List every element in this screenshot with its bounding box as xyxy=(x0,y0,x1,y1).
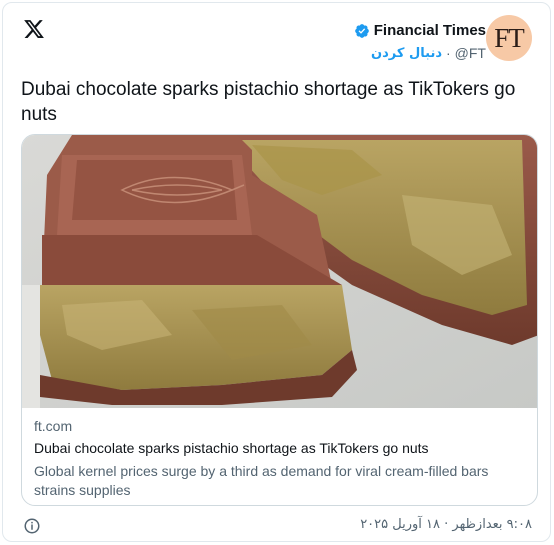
author-block: Financial Times دنبال کردن · @FT xyxy=(354,22,486,61)
info-icon[interactable] xyxy=(23,517,41,535)
article-image[interactable] xyxy=(22,135,538,408)
link-description: Global kernel prices surge by a third as… xyxy=(34,463,489,498)
avatar[interactable]: FT xyxy=(486,15,532,61)
link-domain: ft.com xyxy=(34,418,73,434)
author-handle[interactable]: @FT xyxy=(455,45,486,61)
verified-badge-icon xyxy=(354,23,369,38)
follow-button[interactable]: دنبال کردن xyxy=(371,46,442,61)
link-title: Dubai chocolate sparks pistachio shortag… xyxy=(34,440,429,456)
author-name[interactable]: Financial Times xyxy=(374,22,486,39)
tweet-card: Financial Times دنبال کردن · @FT FT Duba… xyxy=(2,2,551,542)
link-preview-card[interactable]: ft.com Dubai chocolate sparks pistachio … xyxy=(21,134,538,506)
avatar-logo-text: FT xyxy=(494,22,524,53)
tweet-timestamp[interactable]: ۹:۰۸ بعدازظهر · ۱۸ آوریل ۲۰۲۵ xyxy=(360,517,532,532)
tweet-text: Dubai chocolate sparks pistachio shortag… xyxy=(21,79,516,125)
separator-dot: · xyxy=(446,45,451,61)
x-logo-icon[interactable] xyxy=(23,18,45,40)
